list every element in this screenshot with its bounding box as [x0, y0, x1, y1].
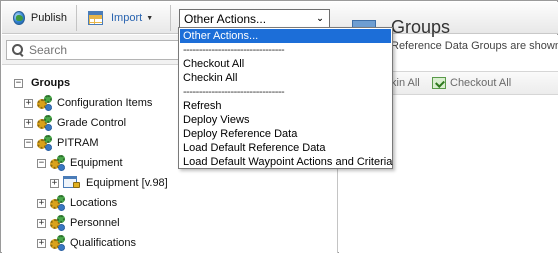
table-icon [88, 11, 103, 25]
gears-icon [50, 155, 66, 171]
checkout-all-label: Checkout All [450, 77, 512, 89]
dropdown-option-load-default-reference-data[interactable]: Load Default Reference Data [180, 141, 391, 155]
toolbar-divider [76, 5, 77, 31]
chevron-down-icon: ⌄ [316, 12, 324, 23]
tree-node-label: Groups [31, 77, 71, 89]
other-actions-value: Other Actions... [184, 11, 267, 26]
gears-icon [37, 115, 53, 131]
caret-down-icon: ▼ [146, 14, 154, 22]
expand-toggle[interactable]: + [24, 118, 33, 128]
tree-node[interactable]: − PITRAM [24, 133, 99, 153]
tree-node[interactable]: + Equipment [v.98] [50, 173, 168, 193]
tree-node[interactable]: + Locations [37, 193, 117, 213]
dropdown-separator: -------------------------------- [183, 86, 285, 98]
expand-toggle[interactable]: + [37, 238, 46, 248]
app-window: Publish Import ▼ Other Actions... ⌄ − Gr… [0, 0, 558, 253]
tree-node-label: Qualifications [70, 237, 137, 249]
gears-icon [50, 195, 66, 211]
tree-node[interactable]: − Equipment [37, 153, 123, 173]
expand-toggle[interactable]: + [37, 218, 46, 228]
publish-button[interactable]: Publish [7, 6, 73, 30]
dropdown-option-other-actions[interactable]: Other Actions... [180, 29, 391, 43]
tree-node[interactable]: + Configuration Items [24, 93, 152, 113]
collapse-toggle[interactable]: − [14, 78, 23, 88]
dropdown-option-refresh[interactable]: Refresh [180, 99, 391, 113]
collapse-toggle[interactable]: − [24, 138, 33, 148]
gears-icon [50, 235, 66, 251]
other-actions-dropdown: Other Actions... -----------------------… [178, 27, 393, 169]
locked-table-icon [63, 176, 81, 190]
search-icon [11, 43, 25, 57]
tree-node-label: Personnel [70, 217, 120, 229]
checkout-all-button[interactable]: Checkout All [432, 77, 511, 89]
checkin-all-button[interactable]: kin All [391, 77, 420, 89]
import-label: Import [111, 12, 143, 24]
tree-node[interactable]: + Grade Control [24, 113, 126, 133]
page-subtitle: Reference Data Groups are shown [391, 40, 558, 52]
page-title: Groups [391, 17, 451, 37]
dropdown-separator: -------------------------------- [183, 44, 285, 56]
collapse-toggle[interactable]: − [37, 158, 46, 168]
gears-icon [37, 135, 53, 151]
tree-node[interactable]: + Personnel [37, 213, 120, 233]
toolbar-divider [170, 5, 171, 31]
expand-toggle[interactable]: + [50, 178, 59, 188]
tree-node-label: Configuration Items [57, 97, 153, 109]
dropdown-option-checkout-all[interactable]: Checkout All [180, 57, 391, 71]
gears-icon [37, 95, 53, 111]
expand-toggle[interactable]: + [24, 98, 33, 108]
publish-label: Publish [30, 12, 67, 24]
gears-icon [50, 215, 66, 231]
globe-icon [13, 11, 25, 25]
tree-node-label: Locations [70, 197, 118, 209]
tree-node[interactable]: + Qualifications [37, 233, 136, 253]
tree-node-label: Equipment [v.98] [86, 177, 168, 189]
tree-node-groups[interactable]: − Groups [14, 73, 70, 93]
dropdown-option-load-default-waypoint-actions[interactable]: Load Default Waypoint Actions and Criter… [180, 155, 392, 169]
dropdown-option-deploy-views[interactable]: Deploy Views [180, 113, 391, 127]
tree-node-label: PITRAM [57, 137, 99, 149]
import-button[interactable]: Import ▼ [82, 6, 162, 30]
dropdown-option-checkin-all[interactable]: Checkin All [180, 71, 391, 85]
checkin-all-label: kin All [391, 77, 420, 89]
other-actions-select[interactable]: Other Actions... ⌄ [179, 9, 330, 28]
checkout-icon [432, 77, 446, 89]
dropdown-option-deploy-reference-data[interactable]: Deploy Reference Data [180, 127, 391, 141]
expand-toggle[interactable]: + [37, 198, 46, 208]
tree-node-label: Equipment [70, 157, 123, 169]
tree-node-label: Grade Control [57, 117, 127, 129]
